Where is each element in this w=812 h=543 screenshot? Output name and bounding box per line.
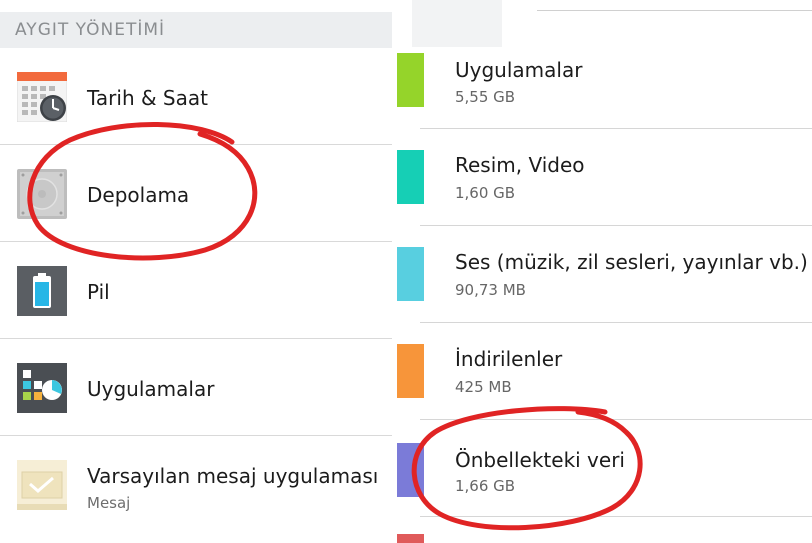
section-header: AYGIT YÖNETİMİ <box>0 12 392 48</box>
category-color-swatch <box>397 53 424 107</box>
category-title: Önbellekteki veri <box>455 448 625 472</box>
battery-icon <box>17 266 67 316</box>
category-title: Ses (müzik, zil sesleri, yayınlar vb.) <box>455 250 808 274</box>
settings-item-apps[interactable]: Uygulamalar <box>0 340 392 436</box>
storage-drive-icon <box>17 169 67 219</box>
settings-item-battery[interactable]: Pil <box>0 243 392 339</box>
category-size: 1,66 GB <box>455 477 516 495</box>
storage-category-apps[interactable]: Uygulamalar 5,55 GB <box>392 32 812 129</box>
storage-category-downloads[interactable]: İndirilenler 425 MB <box>392 323 812 420</box>
calendar-clock-icon <box>17 72 67 122</box>
settings-item-title: Tarih & Saat <box>87 86 208 110</box>
top-divider <box>537 10 812 11</box>
category-color-swatch <box>397 247 424 301</box>
settings-item-title: Uygulamalar <box>87 377 215 401</box>
category-title: İndirilenler <box>455 347 563 371</box>
category-size: 425 MB <box>455 378 512 396</box>
category-color-swatch <box>397 150 424 204</box>
apps-chart-icon <box>17 363 67 413</box>
settings-item-title: Varsayılan mesaj uygulaması <box>87 464 379 488</box>
category-title: Uygulamalar <box>455 58 583 82</box>
category-size: 5,55 GB <box>455 88 516 106</box>
next-category-swatch-partial <box>397 534 424 543</box>
category-color-swatch <box>397 344 424 398</box>
category-title: Resim, Video <box>455 153 585 177</box>
settings-item-storage[interactable]: Depolama <box>0 146 392 242</box>
category-size: 1,60 GB <box>455 184 516 202</box>
settings-item-title: Depolama <box>87 183 190 207</box>
row-divider <box>420 516 812 517</box>
settings-item-default-messaging[interactable]: Varsayılan mesaj uygulaması Mesaj <box>0 437 392 533</box>
settings-item-date-time[interactable]: Tarih & Saat <box>0 49 392 145</box>
storage-breakdown-panel: Uygulamalar 5,55 GB Resim, Video 1,60 GB… <box>392 0 812 543</box>
section-header-label: AYGIT YÖNETİMİ <box>15 20 166 40</box>
storage-category-cached-data[interactable]: Önbellekteki veri 1,66 GB <box>392 420 812 517</box>
category-color-swatch <box>397 443 424 497</box>
settings-item-subtitle: Mesaj <box>87 494 131 512</box>
category-size: 90,73 MB <box>455 281 526 299</box>
envelope-icon <box>17 460 67 510</box>
settings-item-title: Pil <box>87 280 110 304</box>
settings-list-panel: AYGIT YÖNETİMİ Tarih & Saat Depolama Pil… <box>0 0 392 543</box>
storage-category-audio[interactable]: Ses (müzik, zil sesleri, yayınlar vb.) 9… <box>392 226 812 323</box>
storage-category-images-video[interactable]: Resim, Video 1,60 GB <box>392 129 812 226</box>
